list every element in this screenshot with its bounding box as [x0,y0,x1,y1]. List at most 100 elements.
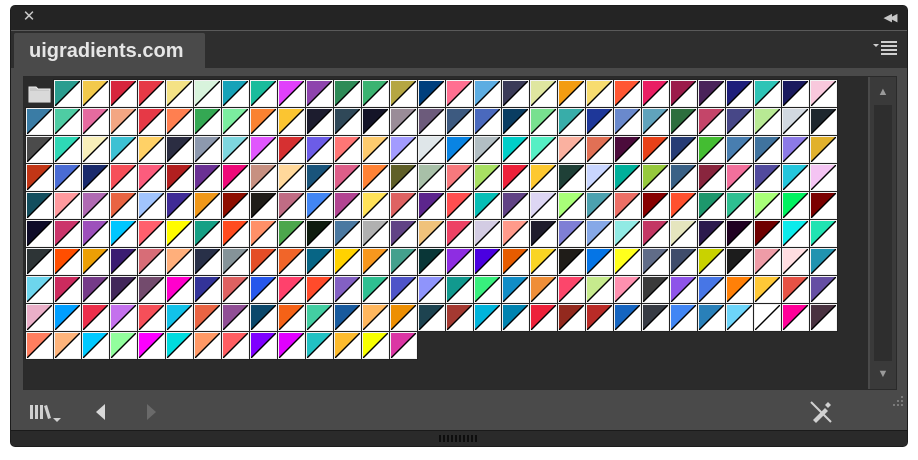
gradient-swatch[interactable] [277,163,306,192]
gradient-swatch[interactable] [557,275,586,304]
close-icon[interactable]: ✕ [21,9,37,25]
gradient-swatch[interactable] [25,107,54,136]
gradient-swatch[interactable] [277,275,306,304]
gradient-swatch[interactable] [277,303,306,332]
gradient-swatch[interactable] [137,163,166,192]
gradient-swatch[interactable] [641,163,670,192]
gradient-swatch[interactable] [445,303,474,332]
gradient-swatch[interactable] [641,107,670,136]
gradient-swatch[interactable] [277,79,306,108]
gradient-swatch[interactable] [305,163,334,192]
no-edit-icon[interactable] [809,400,833,424]
gradient-swatch[interactable] [445,219,474,248]
gradient-swatch[interactable] [585,247,614,276]
gradient-swatch[interactable] [361,163,390,192]
gradient-swatch[interactable] [809,275,838,304]
gradient-swatch[interactable] [81,331,110,360]
folder-icon[interactable] [26,80,53,107]
gradient-swatch[interactable] [333,163,362,192]
gradient-swatch[interactable] [557,247,586,276]
gradient-swatch[interactable] [557,79,586,108]
gradient-swatch[interactable] [361,191,390,220]
gradient-swatch[interactable] [417,303,446,332]
gradient-swatch[interactable] [249,303,278,332]
gradient-swatch[interactable] [613,135,642,164]
gradient-swatch[interactable] [389,107,418,136]
gradient-swatch[interactable] [585,275,614,304]
gradient-swatch[interactable] [81,163,110,192]
gradient-swatch[interactable] [781,247,810,276]
gradient-swatch[interactable] [753,275,782,304]
gradient-swatch[interactable] [501,107,530,136]
gradient-swatch[interactable] [109,303,138,332]
gradient-swatch[interactable] [669,275,698,304]
gradient-swatch[interactable] [753,135,782,164]
gradient-swatch[interactable] [501,163,530,192]
gradient-swatch[interactable] [333,219,362,248]
gradient-swatch[interactable] [781,107,810,136]
gradient-swatch[interactable] [277,247,306,276]
gradient-swatch[interactable] [809,303,838,332]
gradient-swatch[interactable] [529,303,558,332]
gradient-swatch[interactable] [529,219,558,248]
gradient-swatch[interactable] [249,107,278,136]
gradient-swatch[interactable] [725,107,754,136]
gradient-swatch[interactable] [445,135,474,164]
gradient-swatch[interactable] [557,191,586,220]
resize-grip-icon[interactable] [889,392,905,408]
gradient-swatch[interactable] [109,275,138,304]
gradient-swatch[interactable] [25,191,54,220]
gradient-swatch[interactable] [221,275,250,304]
gradient-swatch[interactable] [725,247,754,276]
gradient-swatch[interactable] [445,191,474,220]
gradient-swatch[interactable] [809,135,838,164]
gradient-swatch[interactable] [333,191,362,220]
gradient-swatch[interactable] [529,191,558,220]
gradient-swatch[interactable] [305,331,334,360]
gradient-swatch[interactable] [501,79,530,108]
gradient-swatch[interactable] [221,303,250,332]
gradient-swatch[interactable] [277,107,306,136]
gradient-swatch[interactable] [753,303,782,332]
gradient-swatch[interactable] [193,219,222,248]
gradient-swatch[interactable] [417,247,446,276]
gradient-swatch[interactable] [613,275,642,304]
gradient-swatch[interactable] [725,275,754,304]
gradient-swatch[interactable] [389,275,418,304]
gradient-swatch[interactable] [585,107,614,136]
gradient-swatch[interactable] [669,247,698,276]
gradient-swatch[interactable] [277,331,306,360]
gradient-swatch[interactable] [277,135,306,164]
gradient-swatch[interactable] [613,163,642,192]
gradient-swatch[interactable] [585,135,614,164]
gradient-swatch[interactable] [221,219,250,248]
gradient-swatch[interactable] [809,79,838,108]
gradient-swatch[interactable] [193,79,222,108]
gradient-swatch[interactable] [333,247,362,276]
gradient-swatch[interactable] [53,163,82,192]
gradient-swatch[interactable] [389,79,418,108]
scroll-down-arrow-icon[interactable]: ▼ [870,363,896,385]
gradient-swatch[interactable] [669,303,698,332]
gradient-swatch[interactable] [725,163,754,192]
gradient-swatch[interactable] [725,135,754,164]
gradient-swatch[interactable] [221,107,250,136]
gradient-swatch[interactable] [697,219,726,248]
gradient-swatch[interactable] [221,191,250,220]
swatch-libraries-icon[interactable] [29,402,65,424]
gradient-swatch[interactable] [473,247,502,276]
gradient-swatch[interactable] [753,219,782,248]
gradient-swatch[interactable] [473,163,502,192]
gradient-swatch[interactable] [781,135,810,164]
gradient-swatch[interactable] [109,79,138,108]
gradient-swatch[interactable] [221,331,250,360]
gradient-swatch[interactable] [781,79,810,108]
gradient-swatch[interactable] [473,107,502,136]
gradient-swatch[interactable] [445,79,474,108]
gradient-swatch[interactable] [193,331,222,360]
gradient-swatch[interactable] [417,135,446,164]
gradient-swatch[interactable] [81,247,110,276]
gradient-swatch[interactable] [305,135,334,164]
gradient-swatch[interactable] [613,191,642,220]
gradient-swatch[interactable] [809,107,838,136]
